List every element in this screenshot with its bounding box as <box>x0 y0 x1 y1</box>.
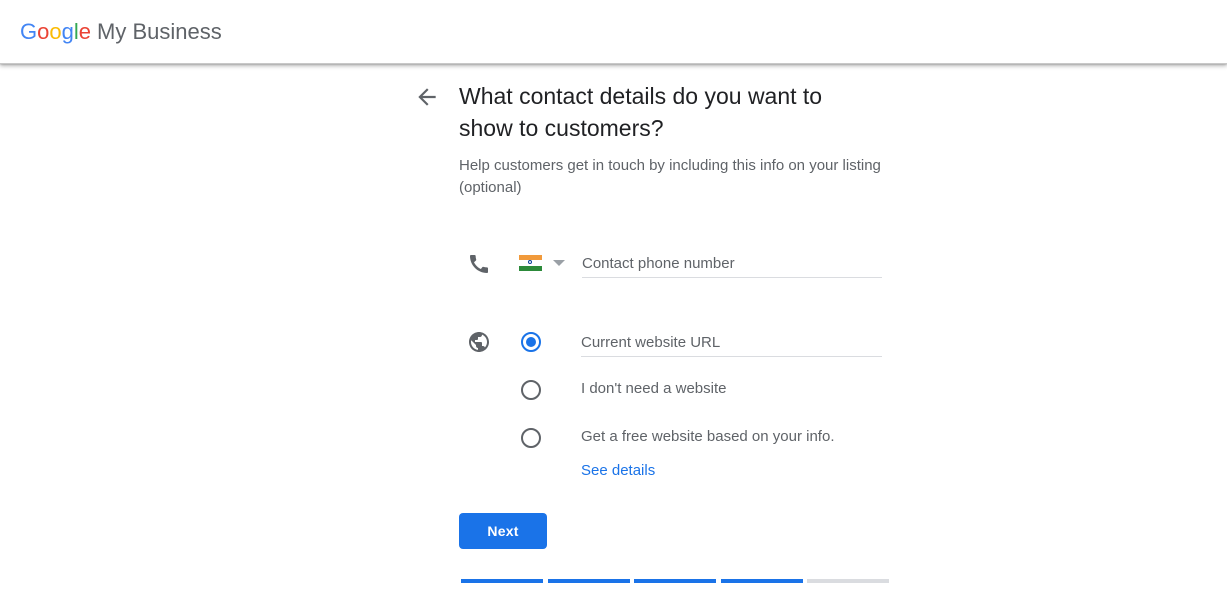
progress-segment-pending <box>807 579 889 583</box>
radio-no-website[interactable] <box>521 380 541 400</box>
logo-letter-g2: g <box>61 19 74 44</box>
logo-letter-o1: o <box>37 19 50 44</box>
page-title: What contact details do you want to show… <box>459 83 823 141</box>
country-flag-india[interactable] <box>519 255 542 271</box>
progress-segment-complete <box>547 579 630 583</box>
page-subtitle: Help customers get in touch by including… <box>459 157 881 196</box>
logo-letter-o2: o <box>49 19 62 44</box>
contact-phone-input[interactable] <box>582 250 882 278</box>
google-my-business-logo[interactable]: Google My Business <box>20 18 222 46</box>
globe-icon <box>467 330 491 354</box>
progress-segment-complete <box>634 579 716 583</box>
no-website-label[interactable]: I don't need a website <box>581 379 726 399</box>
progress-segment-complete <box>461 579 543 583</box>
logo-letter-e: e <box>78 19 92 44</box>
app-header: Google My Business <box>0 0 1227 64</box>
flag-chakra <box>528 260 532 265</box>
flag-stripe-white <box>519 260 542 266</box>
progress-segment-complete <box>720 579 803 583</box>
logo-letter-g: G <box>20 19 38 44</box>
radio-current-website[interactable] <box>521 332 541 352</box>
radio-free-website[interactable] <box>521 428 541 448</box>
logo-product-name: My Business <box>97 19 222 44</box>
step-progress-bar <box>461 579 889 583</box>
current-website-url-input[interactable] <box>581 329 882 357</box>
see-details-link[interactable]: See details <box>581 461 655 481</box>
free-website-label[interactable]: Get a free website based on your info. <box>581 427 834 447</box>
phone-icon <box>467 252 491 276</box>
back-arrow-icon[interactable] <box>414 84 440 110</box>
country-dropdown-caret-icon[interactable] <box>553 260 565 266</box>
next-button[interactable]: Next <box>459 513 547 549</box>
flag-stripe-green <box>519 265 542 271</box>
